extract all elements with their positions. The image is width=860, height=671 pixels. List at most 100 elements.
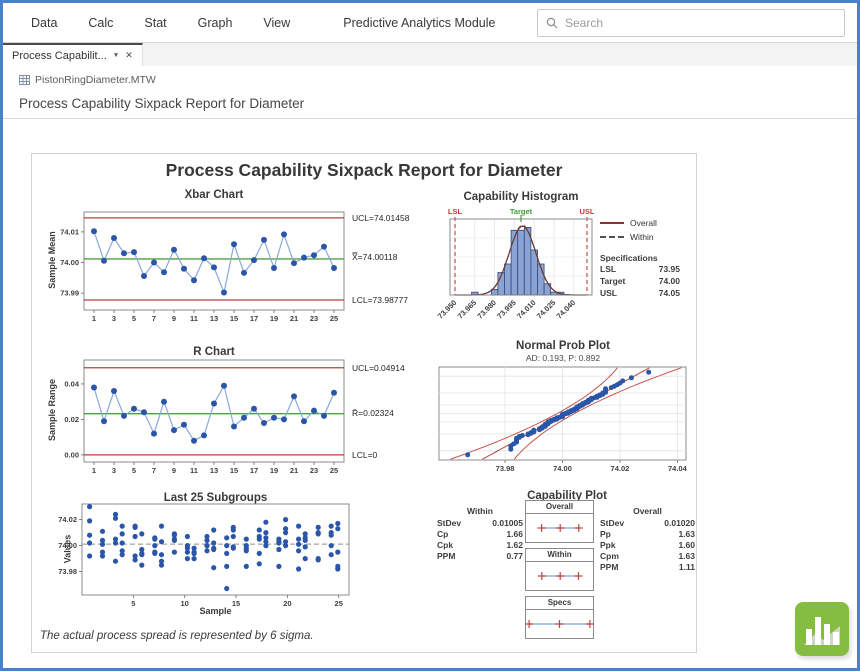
svg-text:11: 11 — [190, 466, 198, 475]
legend-within-label: Within — [630, 232, 654, 242]
svg-text:5: 5 — [132, 314, 136, 323]
xbar-ucl-label: UCL=74.01458 — [352, 213, 409, 223]
spec-target-value: 74.00 — [659, 275, 680, 287]
tab-process-capability[interactable]: Process Capabilit... ▼ ✕ — [3, 43, 143, 66]
svg-text:0.00: 0.00 — [64, 450, 79, 459]
last25-ylabel: Values — [63, 504, 73, 595]
overall-interval — [526, 514, 593, 542]
legend-overall-label: Overall — [630, 218, 657, 228]
spec-usl-value: 74.05 — [659, 287, 680, 299]
menu-stat[interactable]: Stat — [144, 16, 166, 30]
overall-ppm-label: PPM — [600, 562, 618, 573]
app-window: Data Calc Stat Graph View Predictive Ana… — [0, 0, 860, 671]
svg-text:0.04: 0.04 — [64, 379, 79, 388]
overall-stdev-label: StDev — [600, 518, 624, 529]
worksheet-row: PistonRingDiameter.MTW — [19, 74, 857, 86]
tab-label: Process Capabilit... — [12, 50, 107, 62]
svg-text:74.025: 74.025 — [535, 298, 558, 321]
xbar-center-label: X̿=74.00118 — [352, 252, 397, 262]
histogram-legend: Overall Within Specifications LSL73.95 T… — [600, 216, 697, 299]
within-cpk-label: Cpk — [437, 540, 453, 551]
menu-calc[interactable]: Calc — [88, 16, 113, 30]
svg-text:73.99: 73.99 — [60, 289, 79, 298]
output-heading: Process Capability Sixpack Report for Di… — [19, 96, 857, 111]
svg-text:25: 25 — [330, 314, 338, 323]
svg-text:73.980: 73.980 — [475, 298, 498, 321]
menu-bar: Data Calc Stat Graph View Predictive Ana… — [3, 3, 857, 43]
last25-title: Last 25 Subgroups — [82, 492, 349, 504]
svg-text:1: 1 — [92, 466, 96, 475]
svg-text:9: 9 — [172, 466, 176, 475]
overall-cpm-value: 1.63 — [678, 551, 695, 562]
svg-text:17: 17 — [250, 314, 258, 323]
search-input[interactable]: Search — [537, 9, 845, 37]
svg-text:74.00: 74.00 — [60, 258, 79, 267]
svg-text:73.950: 73.950 — [436, 298, 459, 321]
within-interval — [526, 562, 593, 590]
within-cp-value: 1.66 — [506, 529, 523, 540]
within-stats: Within StDev0.01005 Cp1.66 Cpk1.62 PPM0.… — [437, 506, 523, 562]
svg-text:21: 21 — [290, 466, 298, 475]
svg-text:74.02: 74.02 — [611, 464, 630, 473]
overall-ppm-value: 1.11 — [679, 562, 695, 573]
svg-text:11: 11 — [190, 314, 198, 323]
spec-lsl-label: LSL — [600, 263, 616, 275]
overall-stats-title: Overall — [600, 506, 695, 516]
last-25-subgroups-chart: 73.9874.0074.02510152025 — [42, 492, 462, 642]
svg-text:19: 19 — [270, 466, 278, 475]
r-lcl-label: LCL=0 — [352, 450, 377, 460]
spec-target-label: Target — [600, 275, 625, 287]
menu-predictive-analytics-module[interactable]: Predictive Analytics Module — [343, 16, 495, 30]
minitab-logo[interactable] — [795, 602, 849, 656]
svg-text:9: 9 — [172, 314, 176, 323]
report-page: Process Capability Sixpack Report for Di… — [31, 153, 697, 653]
r-chart-panel: 0.000.020.04135791113151719212325 R Char… — [42, 344, 462, 494]
r-chart-title: R Chart — [84, 346, 344, 358]
capability-interval-boxes: Overall Within Specs — [525, 500, 594, 644]
sigma-footnote: The actual process spread is represented… — [40, 630, 314, 642]
xbar-chart-title: Xbar Chart — [84, 189, 344, 201]
capability-plot-panel: Capability Plot Within StDev0.01005 Cp1.… — [437, 490, 698, 652]
prob-plot-title: Normal Prob Plot — [439, 340, 687, 352]
svg-text:73.98: 73.98 — [496, 464, 515, 473]
specs-box-label: Specs — [526, 597, 593, 610]
last-25-subgroups-panel: 73.9874.0074.02510152025 Last 25 Subgrou… — [42, 492, 462, 642]
xbar-chart: 73.9974.0074.01135791113151719212325 — [42, 186, 462, 346]
usl-marker-label: USL — [573, 207, 601, 216]
svg-text:74.010: 74.010 — [515, 298, 538, 321]
svg-text:15: 15 — [230, 466, 238, 475]
menu-view[interactable]: View — [263, 16, 290, 30]
svg-text:74.01: 74.01 — [60, 227, 79, 236]
svg-text:73.965: 73.965 — [456, 298, 479, 321]
svg-text:21: 21 — [290, 314, 298, 323]
menu-data[interactable]: Data — [31, 16, 57, 30]
specs-interval — [526, 610, 593, 638]
svg-text:5: 5 — [132, 466, 136, 475]
worksheet-name[interactable]: PistonRingDiameter.MTW — [35, 74, 156, 86]
close-icon[interactable]: ✕ — [125, 50, 133, 61]
capability-histogram-panel: 73.95073.96573.98073.99574.01074.02574.0… — [437, 188, 698, 358]
svg-text:23: 23 — [310, 314, 318, 323]
r-ylabel: Sample Range — [47, 359, 57, 461]
chevron-down-icon[interactable]: ▼ — [113, 52, 119, 59]
normal-prob-plot-panel: 73.9874.0074.0274.04 Normal Prob Plot AD… — [437, 340, 698, 492]
overall-stdev-value: 0.01020 — [664, 518, 695, 529]
report-title: Process Capability Sixpack Report for Di… — [32, 160, 696, 181]
svg-text:7: 7 — [152, 466, 156, 475]
svg-text:0.02: 0.02 — [64, 415, 79, 424]
svg-text:25: 25 — [330, 466, 338, 475]
svg-text:74.04: 74.04 — [668, 464, 688, 473]
svg-text:13: 13 — [210, 466, 218, 475]
spec-lsl-value: 73.95 — [659, 263, 680, 275]
histogram-title: Capability Histogram — [437, 191, 605, 203]
svg-text:74.00: 74.00 — [553, 464, 572, 473]
within-stats-title: Within — [437, 506, 523, 516]
menu-graph[interactable]: Graph — [198, 16, 233, 30]
within-ppm-label: PPM — [437, 551, 455, 562]
spec-usl-label: USL — [600, 287, 617, 299]
overall-ppk-label: Ppk — [600, 540, 616, 551]
within-cpk-value: 1.62 — [506, 540, 523, 551]
within-cp-label: Cp — [437, 529, 448, 540]
xbar-ylabel: Sample Mean — [47, 211, 57, 309]
svg-text:3: 3 — [112, 314, 116, 323]
